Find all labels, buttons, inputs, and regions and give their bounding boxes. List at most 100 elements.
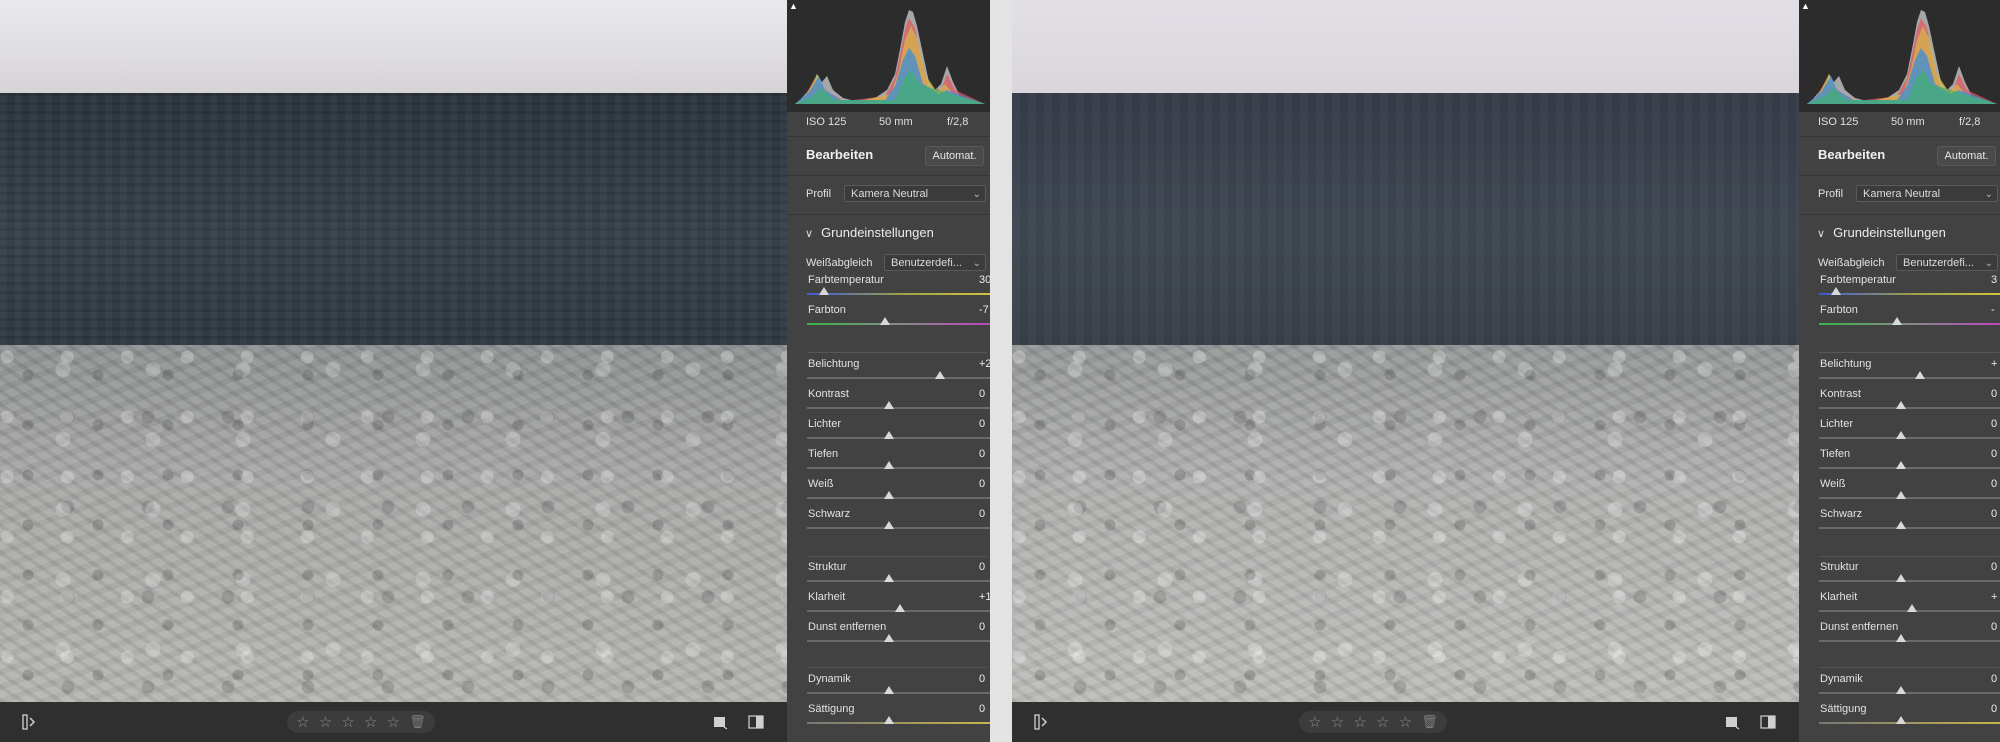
slider-value-schwarz[interactable]: 0 — [979, 508, 985, 520]
white-balance-select[interactable]: Benutzerdefi... ⌄ — [884, 254, 986, 271]
slider-thumb-belichtung[interactable] — [935, 371, 945, 379]
trash-icon[interactable]: 🗑 — [409, 714, 426, 730]
slider-thumb-kontrast[interactable] — [883, 401, 894, 409]
slider-value-farbton[interactable]: - — [1991, 304, 1995, 316]
slider-thumb-tiefen[interactable] — [883, 461, 894, 469]
filmstrip-toggle-icon[interactable] — [1034, 714, 1050, 730]
star-icon[interactable]: ☆ — [387, 713, 400, 731]
slider-value-weiss[interactable]: 0 — [979, 478, 985, 490]
slider-value-dynamik[interactable]: 0 — [1991, 673, 1997, 685]
section-basic-toggle[interactable]: ∨ Grundeinstellungen — [805, 225, 934, 240]
slider-thumb-struktur[interactable] — [883, 574, 894, 582]
slider-track-saettigung[interactable] — [807, 722, 990, 724]
section-basic-toggle[interactable]: ∨ Grundeinstellungen — [1817, 225, 1946, 240]
before-after-icon[interactable] — [1760, 714, 1776, 730]
slider-track-weiss[interactable] — [1819, 497, 2000, 499]
slider-track-struktur[interactable] — [807, 580, 990, 582]
white-balance-select[interactable]: Benutzerdefi... ⌄ — [1896, 254, 1998, 271]
slider-value-farbton[interactable]: -7 — [979, 304, 989, 316]
filmstrip-toggle-icon[interactable] — [22, 714, 38, 730]
slider-value-tiefen[interactable]: 0 — [1991, 448, 1997, 460]
slider-thumb-klarheit[interactable] — [1907, 604, 1918, 612]
star-icon[interactable]: ☆ — [1376, 713, 1389, 731]
profile-select[interactable]: Kamera Neutral ⌄ — [1856, 185, 1998, 202]
slider-value-schwarz[interactable]: 0 — [1991, 508, 1997, 520]
before-after-icon[interactable] — [748, 714, 764, 730]
slider-value-farbtemperatur[interactable]: 30 — [979, 274, 990, 286]
slider-thumb-farbton[interactable] — [879, 317, 890, 325]
star-icon[interactable]: ☆ — [1308, 713, 1321, 731]
slider-thumb-farbton[interactable] — [1891, 317, 1902, 325]
view-mode-icon[interactable] — [1724, 714, 1740, 730]
slider-track-dunst-entfernen[interactable] — [1819, 640, 2000, 642]
auto-button[interactable]: Automat. — [925, 146, 984, 166]
profile-select[interactable]: Kamera Neutral ⌄ — [844, 185, 986, 202]
slider-thumb-saettigung[interactable] — [883, 716, 894, 724]
star-icon[interactable]: ☆ — [296, 713, 309, 731]
slider-track-belichtung[interactable] — [1819, 377, 2000, 379]
trash-icon[interactable]: 🗑 — [1421, 714, 1438, 730]
slider-value-kontrast[interactable]: 0 — [979, 388, 985, 400]
slider-track-lichter[interactable] — [1819, 437, 2000, 439]
slider-track-dynamik[interactable] — [807, 692, 990, 694]
photo-canvas[interactable] — [1012, 0, 1799, 702]
slider-value-kontrast[interactable]: 0 — [1991, 388, 1997, 400]
slider-thumb-farbtemperatur[interactable] — [819, 287, 830, 295]
slider-value-lichter[interactable]: 0 — [1991, 418, 1997, 430]
slider-thumb-weiss[interactable] — [1895, 491, 1906, 499]
slider-track-dunst-entfernen[interactable] — [807, 640, 990, 642]
slider-thumb-klarheit[interactable] — [895, 604, 906, 612]
slider-track-dynamik[interactable] — [1819, 692, 2000, 694]
slider-value-farbtemperatur[interactable]: 3 — [1991, 274, 1997, 286]
slider-value-klarheit[interactable]: + — [1991, 591, 1997, 603]
star-icon[interactable]: ☆ — [1353, 713, 1366, 731]
slider-thumb-dunst-entfernen[interactable] — [1895, 634, 1906, 642]
slider-thumb-saettigung[interactable] — [1895, 716, 1906, 724]
slider-thumb-tiefen[interactable] — [1895, 461, 1906, 469]
slider-track-kontrast[interactable] — [807, 407, 990, 409]
slider-track-farbton[interactable] — [807, 323, 990, 325]
slider-value-saettigung[interactable]: 0 — [979, 703, 985, 715]
photo-canvas[interactable] — [0, 0, 787, 702]
slider-value-klarheit[interactable]: +1 — [979, 591, 990, 603]
slider-thumb-struktur[interactable] — [1895, 574, 1906, 582]
slider-thumb-kontrast[interactable] — [1895, 401, 1906, 409]
slider-value-belichtung[interactable]: + — [1991, 358, 1997, 370]
slider-value-dunst-entfernen[interactable]: 0 — [1991, 621, 1997, 633]
slider-track-tiefen[interactable] — [1819, 467, 2000, 469]
slider-value-lichter[interactable]: 0 — [979, 418, 985, 430]
slider-track-kontrast[interactable] — [1819, 407, 2000, 409]
slider-value-belichtung[interactable]: +2 — [979, 358, 990, 370]
star-icon[interactable]: ☆ — [341, 713, 354, 731]
slider-track-lichter[interactable] — [807, 437, 990, 439]
slider-track-schwarz[interactable] — [1819, 527, 2000, 529]
slider-thumb-dunst-entfernen[interactable] — [883, 634, 894, 642]
slider-thumb-schwarz[interactable] — [883, 521, 894, 529]
star-icon[interactable]: ☆ — [1399, 713, 1412, 731]
slider-track-saettigung[interactable] — [1819, 722, 2000, 724]
slider-track-tiefen[interactable] — [807, 467, 990, 469]
slider-thumb-dynamik[interactable] — [883, 686, 894, 694]
slider-track-schwarz[interactable] — [807, 527, 990, 529]
slider-track-farbtemperatur[interactable] — [1819, 293, 2000, 295]
slider-value-saettigung[interactable]: 0 — [1991, 703, 1997, 715]
slider-thumb-lichter[interactable] — [1895, 431, 1906, 439]
slider-thumb-weiss[interactable] — [883, 491, 894, 499]
slider-thumb-belichtung[interactable] — [1914, 371, 1925, 379]
star-icon[interactable]: ☆ — [1331, 713, 1344, 731]
slider-track-weiss[interactable] — [807, 497, 990, 499]
slider-thumb-farbtemperatur[interactable] — [1831, 287, 1842, 295]
slider-value-weiss[interactable]: 0 — [1991, 478, 1997, 490]
star-icon[interactable]: ☆ — [364, 713, 377, 731]
slider-thumb-lichter[interactable] — [883, 431, 894, 439]
slider-track-belichtung[interactable] — [807, 377, 990, 379]
slider-value-tiefen[interactable]: 0 — [979, 448, 985, 460]
auto-button[interactable]: Automat. — [1937, 146, 1996, 166]
slider-value-dunst-entfernen[interactable]: 0 — [979, 621, 985, 633]
slider-track-struktur[interactable] — [1819, 580, 2000, 582]
star-icon[interactable]: ☆ — [319, 713, 332, 731]
slider-value-struktur[interactable]: 0 — [979, 561, 985, 573]
slider-value-struktur[interactable]: 0 — [1991, 561, 1997, 573]
slider-thumb-dynamik[interactable] — [1895, 686, 1906, 694]
slider-track-farbton[interactable] — [1819, 323, 2000, 325]
